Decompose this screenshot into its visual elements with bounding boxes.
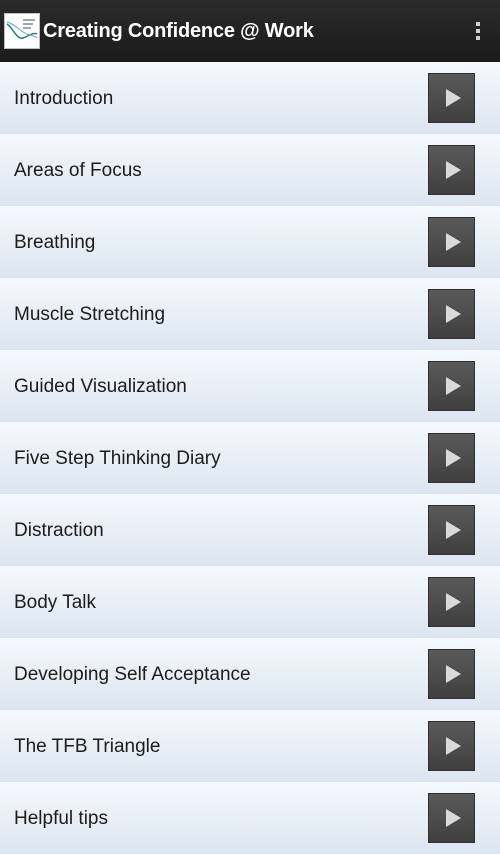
app-title: Creating Confidence @ Work bbox=[43, 19, 314, 42]
list-item-label: Introduction bbox=[14, 87, 114, 109]
play-icon bbox=[446, 377, 461, 395]
play-button[interactable] bbox=[428, 73, 475, 123]
play-icon bbox=[446, 665, 461, 683]
play-button[interactable] bbox=[428, 649, 475, 699]
overflow-menu-icon[interactable] bbox=[466, 16, 490, 46]
list-item-label: Five Step Thinking Diary bbox=[14, 447, 221, 469]
menu-dot bbox=[476, 29, 480, 33]
list-item-distraction[interactable]: Distraction bbox=[0, 494, 500, 566]
play-button[interactable] bbox=[428, 217, 475, 267]
list-item-areas-of-focus[interactable]: Areas of Focus bbox=[0, 134, 500, 206]
list-item-label: Helpful tips bbox=[14, 807, 108, 829]
list-item-breathing[interactable]: Breathing bbox=[0, 206, 500, 278]
list-item-introduction[interactable]: Introduction bbox=[0, 62, 500, 134]
list-item-tfb-triangle[interactable]: The TFB Triangle bbox=[0, 710, 500, 782]
list-item-label: Body Talk bbox=[14, 591, 97, 613]
play-button[interactable] bbox=[428, 361, 475, 411]
play-icon bbox=[446, 809, 461, 827]
play-button[interactable] bbox=[428, 721, 475, 771]
list-item-developing-self-acceptance[interactable]: Developing Self Acceptance bbox=[0, 638, 500, 710]
lesson-list: Introduction Areas of Focus Breathing Mu… bbox=[0, 62, 500, 854]
play-button[interactable] bbox=[428, 577, 475, 627]
menu-dot bbox=[476, 22, 480, 26]
play-button[interactable] bbox=[428, 433, 475, 483]
play-icon bbox=[446, 593, 461, 611]
list-item-body-talk[interactable]: Body Talk bbox=[0, 566, 500, 638]
play-icon bbox=[446, 89, 461, 107]
play-icon bbox=[446, 449, 461, 467]
play-icon bbox=[446, 305, 461, 323]
list-item-label: Guided Visualization bbox=[14, 375, 187, 397]
app-logo-graphic bbox=[5, 14, 39, 48]
play-button[interactable] bbox=[428, 505, 475, 555]
play-button[interactable] bbox=[428, 145, 475, 195]
list-item-muscle-stretching[interactable]: Muscle Stretching bbox=[0, 278, 500, 350]
list-item-label: The TFB Triangle bbox=[14, 735, 161, 757]
list-item-label: Muscle Stretching bbox=[14, 303, 166, 325]
action-bar: Creating Confidence @ Work bbox=[0, 0, 500, 62]
list-item-label: Breathing bbox=[14, 231, 96, 253]
play-icon bbox=[446, 233, 461, 251]
list-item-label: Developing Self Acceptance bbox=[14, 663, 251, 685]
list-item-label: Areas of Focus bbox=[14, 159, 142, 181]
list-item-helpful-tips[interactable]: Helpful tips bbox=[0, 782, 500, 854]
play-button[interactable] bbox=[428, 289, 475, 339]
app-logo-icon[interactable] bbox=[4, 13, 40, 49]
app-screen: Creating Confidence @ Work Introduction … bbox=[0, 0, 500, 854]
play-icon bbox=[446, 521, 461, 539]
play-icon bbox=[446, 737, 461, 755]
list-item-label: Distraction bbox=[14, 519, 104, 541]
list-item-guided-visualization[interactable]: Guided Visualization bbox=[0, 350, 500, 422]
play-icon bbox=[446, 161, 461, 179]
list-item-five-step-thinking-diary[interactable]: Five Step Thinking Diary bbox=[0, 422, 500, 494]
menu-dot bbox=[476, 36, 480, 40]
play-button[interactable] bbox=[428, 793, 475, 843]
